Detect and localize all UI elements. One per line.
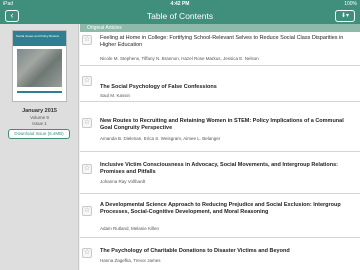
star-icon[interactable]: ☆ [82, 248, 92, 258]
star-icon[interactable]: ☆ [82, 35, 92, 45]
star-icon[interactable]: ☆ [82, 164, 92, 174]
article-list: ☆ Feeling at Home in College: Fortifying… [80, 32, 360, 270]
cover-footer-bar [17, 91, 62, 93]
article-row[interactable]: ☆ Feeling at Home in College: Fortifying… [80, 32, 360, 66]
issue-cover[interactable]: Social Issues and Policy Review [12, 30, 67, 102]
article-row[interactable]: ☆ The Psychology of Charitable Donations… [80, 238, 360, 270]
article-authors: Nicole M. Stephens, Tiffany N. Brannon, … [100, 56, 259, 61]
article-title[interactable]: New Routes to Recruiting and Retaining W… [100, 118, 354, 132]
article-row[interactable]: ☆ The Social Psychology of False Confess… [80, 66, 360, 102]
clock: 4:42 PM [170, 1, 190, 7]
article-row[interactable]: ☆ Inclusive Victim Consciousness in Advo… [80, 152, 360, 194]
article-title[interactable]: The Social Psychology of False Confessio… [100, 84, 354, 91]
star-icon[interactable]: ☆ [82, 118, 92, 128]
cover-band: Social Issues and Policy Review [13, 31, 66, 46]
navigation-bar: ‹ Table of Contents ⬇▾ [0, 8, 360, 24]
download-icon: ⬇▾ [340, 13, 350, 19]
issue-date: January 2015 [22, 108, 57, 114]
article-authors: Johanna Ray Vollhardt [100, 179, 146, 184]
section-header: Original Articles [80, 24, 360, 32]
article-row[interactable]: ☆ New Routes to Recruiting and Retaining… [80, 102, 360, 152]
cover-photo [17, 49, 62, 87]
article-title[interactable]: A Developmental Science Approach to Redu… [100, 202, 354, 216]
download-issue-button[interactable]: Download Issue (6.4MB) [8, 129, 70, 139]
article-row[interactable]: ☆ A Developmental Science Approach to Re… [80, 194, 360, 238]
article-title[interactable]: Inclusive Victim Consciousness in Advoca… [100, 162, 354, 176]
status-bar: iPad 4:42 PM 100% [0, 0, 360, 8]
article-authors: Hanna Zagefka, Trevor James [100, 258, 161, 263]
issue-number: Issue 1 [32, 121, 47, 126]
article-authors: Adam Rutland, Melanie Killen [100, 226, 160, 231]
article-title[interactable]: The Psychology of Charitable Donations t… [100, 248, 354, 255]
cover-journal-title: Social Issues and Policy Review [16, 34, 60, 38]
article-title[interactable]: Feeling at Home in College: Fortifying S… [100, 35, 354, 49]
star-icon[interactable]: ☆ [82, 76, 92, 86]
article-authors: Amanda B. Diekman, Erica S. Weisgram, Ai… [100, 136, 221, 141]
download-button[interactable]: ⬇▾ [335, 10, 355, 22]
article-authors: Saul M. Kassin [100, 93, 131, 98]
star-icon[interactable]: ☆ [82, 206, 92, 216]
issue-volume: Volume 9 [30, 115, 49, 120]
page-title: Table of Contents [146, 11, 214, 21]
issue-sidebar: Social Issues and Policy Review January … [0, 24, 79, 270]
battery-level: 100% [344, 1, 357, 7]
